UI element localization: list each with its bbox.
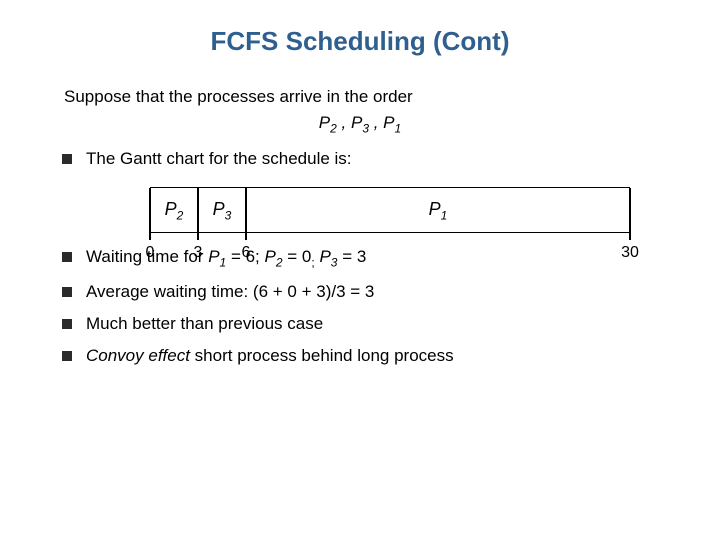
process-order: P2 , P3 , P1 bbox=[50, 113, 670, 135]
gantt-tick bbox=[245, 232, 247, 240]
gantt-chart: P2P3P103630 bbox=[150, 187, 630, 233]
bullet-waiting-time: Waiting time for P1 = 6; P2 = 0; P3 = 3 bbox=[58, 247, 670, 269]
gantt-segment: P2 bbox=[150, 188, 198, 232]
gantt-segment: P3 bbox=[198, 188, 246, 232]
bullet-gantt-intro: The Gantt chart for the schedule is: bbox=[58, 149, 670, 169]
bullet-convoy: Convoy effect short process behind long … bbox=[58, 346, 670, 366]
gantt-tick bbox=[149, 232, 151, 240]
intro-text: Suppose that the processes arrive in the… bbox=[64, 87, 670, 107]
gantt-tick bbox=[197, 232, 199, 240]
gantt-tick bbox=[629, 232, 631, 240]
bullet-average-wait: Average waiting time: (6 + 0 + 3)/3 = 3 bbox=[58, 282, 670, 302]
page-title: FCFS Scheduling (Cont) bbox=[50, 26, 670, 57]
gantt-segment: P1 bbox=[246, 188, 630, 232]
bullet-better: Much better than previous case bbox=[58, 314, 670, 334]
